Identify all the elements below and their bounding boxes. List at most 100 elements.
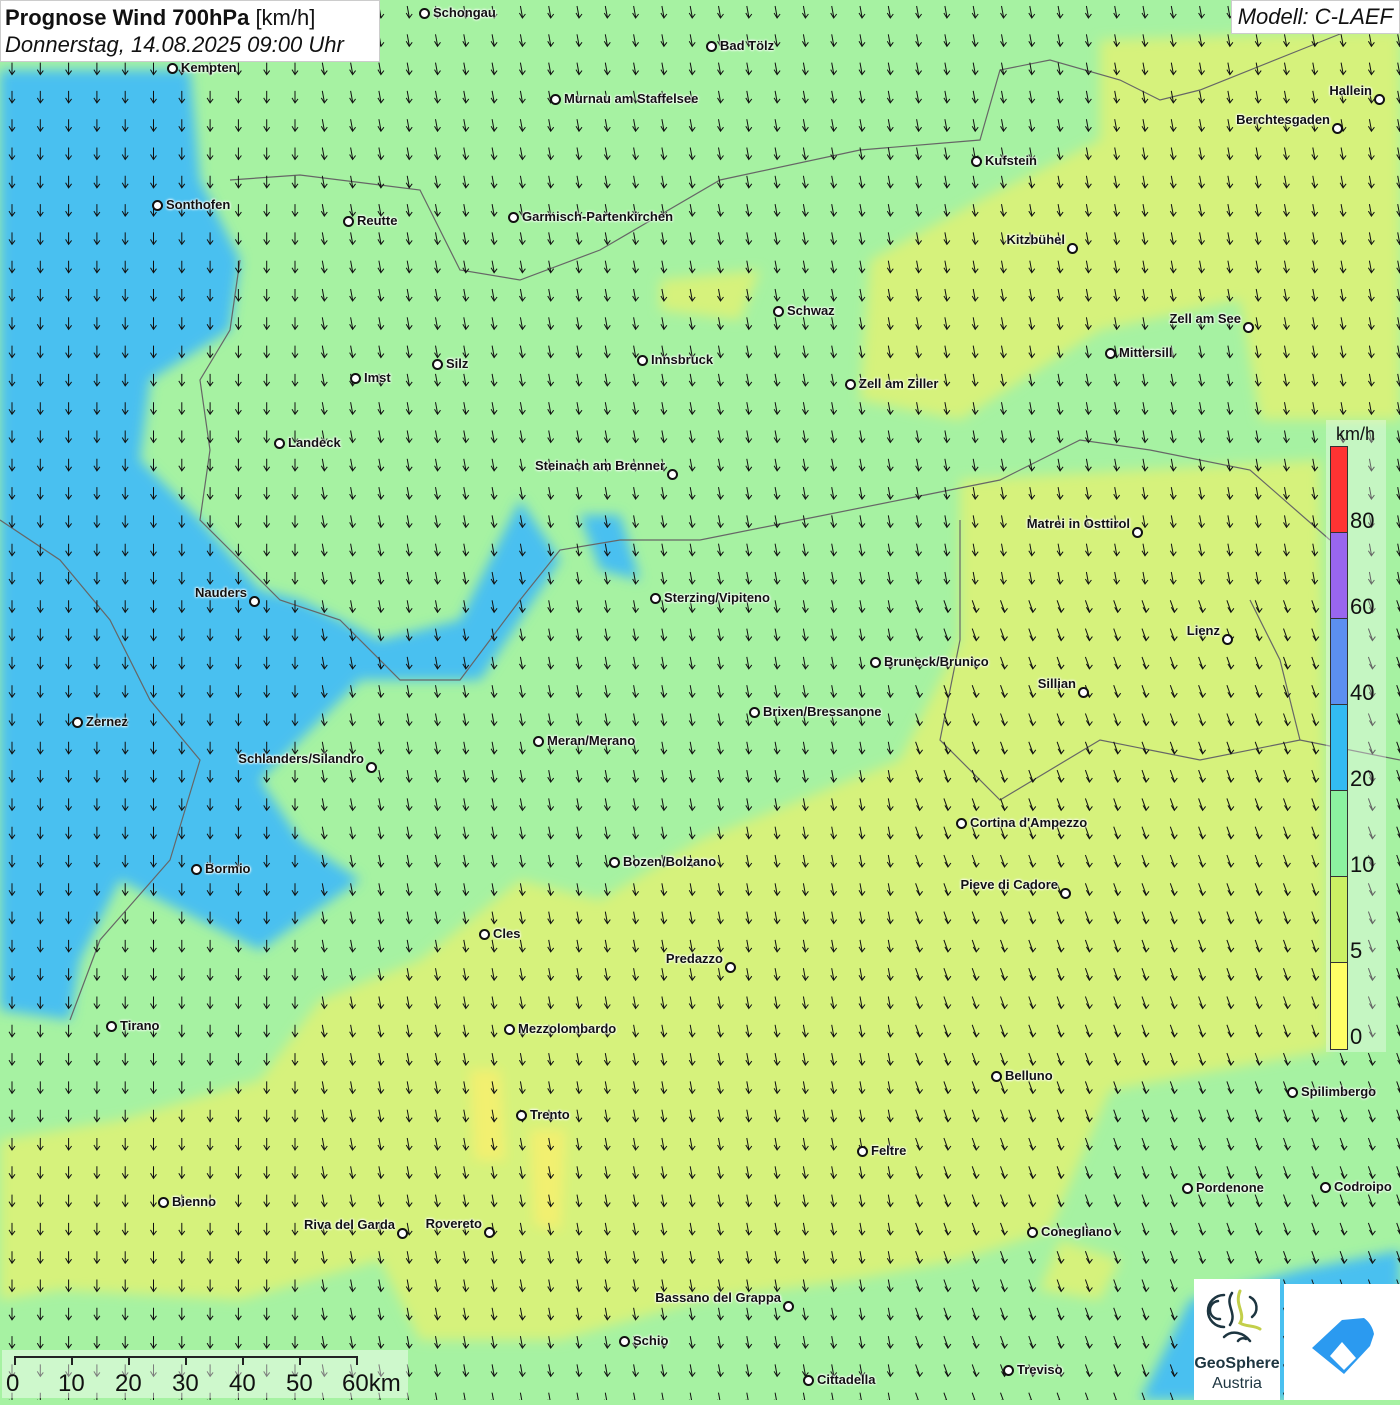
city-dot-icon: [650, 593, 661, 604]
legend-label: 80: [1350, 508, 1375, 533]
city-name: Cittadella: [817, 1372, 876, 1387]
city-dot-icon: [350, 373, 361, 384]
city-marker: Rovereto: [426, 1216, 495, 1238]
geosphere-logo[interactable]: GeoSphere Austria: [1194, 1279, 1280, 1400]
city-marker: Sillian: [1038, 676, 1089, 698]
city-marker: Belluno: [991, 1068, 1053, 1083]
logo-text: GeoSphere: [1194, 1355, 1280, 1372]
city-dot-icon: [508, 212, 519, 223]
geosphere-emblem-icon: [1206, 1289, 1262, 1343]
city-dot-icon: [1003, 1365, 1014, 1376]
city-dot-icon: [274, 438, 285, 449]
city-name: Schongau: [433, 5, 496, 20]
scale-label: 0: [6, 1370, 20, 1397]
title-box: Prognose Wind 700hPa [km/h] Donnerstag, …: [0, 0, 380, 62]
city-marker: Feltre: [857, 1143, 906, 1158]
city-name: Berchtesgaden: [1236, 112, 1330, 127]
map-title: Prognose Wind 700hPa [km/h]: [5, 5, 316, 30]
city-marker: Matrei in Osttirol: [1027, 516, 1143, 538]
color-legend: km/h 80 60 40 20 10 5 0: [1326, 420, 1386, 1052]
city-marker: Conegliano: [1027, 1224, 1112, 1239]
city-marker: Reutte: [343, 213, 397, 228]
city-dot-icon: [249, 596, 260, 607]
city-marker: Zell am Ziller: [845, 376, 938, 391]
legend-label: 10: [1350, 852, 1375, 877]
city-marker: Sterzing/Vipiteno: [650, 590, 770, 605]
city-marker: Bad Tölz: [706, 38, 775, 53]
city-dot-icon: [1060, 888, 1071, 899]
city-dot-icon: [706, 41, 717, 52]
legend-swatch-40-60: [1330, 618, 1348, 705]
city-marker: Zell am See: [1169, 311, 1254, 333]
city-name: Belluno: [1005, 1068, 1053, 1083]
city-marker: Bassano del Grappa: [655, 1290, 794, 1312]
city-dot-icon: [516, 1110, 527, 1121]
city-marker: Trento: [516, 1107, 570, 1122]
city-name: Imst: [364, 370, 391, 385]
city-name: Kitzbühel: [1006, 232, 1066, 247]
city-name: Trento: [530, 1107, 570, 1122]
legend-label: 0: [1350, 1024, 1363, 1049]
city-dot-icon: [749, 707, 760, 718]
city-dot-icon: [870, 657, 881, 668]
city-name: Landeck: [288, 435, 341, 450]
city-marker: Bozen/Bolzano: [609, 854, 717, 869]
city-marker: Bruneck/Brunico: [870, 654, 989, 669]
city-marker: Bienno: [158, 1194, 216, 1209]
city-marker: Predazzo: [666, 951, 736, 973]
city-marker: Sonthofen: [152, 197, 231, 212]
city-marker: Zernez: [72, 714, 128, 729]
city-dot-icon: [479, 929, 490, 940]
city-name: Bozen/Bolzano: [623, 854, 717, 869]
city-marker: Brixen/Bressanone: [749, 704, 882, 719]
city-name: Schwaz: [787, 303, 835, 318]
city-name: Brixen/Bressanone: [763, 704, 882, 719]
city-dot-icon: [158, 1197, 169, 1208]
city-marker: Lienz: [1187, 623, 1233, 645]
city-dot-icon: [1105, 348, 1116, 359]
city-marker: Murnau am Staffelsee: [550, 91, 698, 106]
city-dot-icon: [956, 818, 967, 829]
scale-label: 40: [229, 1370, 256, 1397]
city-dot-icon: [484, 1227, 495, 1238]
city-name: Steinach am Brenner: [534, 458, 665, 473]
scale-label: 20: [115, 1370, 142, 1397]
city-dot-icon: [609, 857, 620, 868]
city-name: Sonthofen: [166, 197, 231, 212]
city-name: Cles: [493, 926, 521, 941]
city-dot-icon: [1027, 1227, 1038, 1238]
city-dot-icon: [106, 1021, 117, 1032]
legend-unit: km/h: [1336, 424, 1376, 444]
city-name: Riva del Garda: [303, 1217, 395, 1232]
city-name: Kufstein: [985, 153, 1037, 168]
city-dot-icon: [637, 355, 648, 366]
city-dot-icon: [991, 1071, 1002, 1082]
city-name: Bassano del Grappa: [655, 1290, 781, 1305]
city-name: Mezzolombardo: [518, 1021, 617, 1036]
city-dot-icon: [504, 1024, 515, 1035]
city-marker: Hallein: [1329, 83, 1385, 105]
partner-logo[interactable]: [1284, 1284, 1400, 1400]
city-marker: Pordenone: [1182, 1180, 1264, 1195]
city-dot-icon: [397, 1228, 408, 1239]
city-marker: Codroipo: [1320, 1179, 1392, 1194]
city-dot-icon: [803, 1375, 814, 1386]
city-dot-icon: [1182, 1183, 1193, 1194]
city-dot-icon: [619, 1336, 630, 1347]
forecast-datetime: Donnerstag, 14.08.2025 09:00 Uhr: [5, 32, 344, 57]
legend-label: 40: [1350, 680, 1375, 705]
city-name: Innsbruck: [651, 352, 714, 367]
legend-swatch-20-40: [1330, 704, 1348, 791]
city-dot-icon: [419, 8, 430, 19]
city-name: Zernez: [86, 714, 128, 729]
city-dot-icon: [773, 306, 784, 317]
city-name: Pordenone: [1196, 1180, 1264, 1195]
city-marker: Cittadella: [803, 1372, 876, 1387]
city-marker: Treviso: [1003, 1362, 1063, 1377]
city-marker: Schlanders/Silandro: [238, 751, 377, 773]
city-dot-icon: [857, 1146, 868, 1157]
city-name: Bad Tölz: [720, 38, 775, 53]
city-name: Mittersill: [1119, 345, 1173, 360]
city-name: Codroipo: [1334, 1179, 1392, 1194]
city-name: Schlanders/Silandro: [238, 751, 364, 766]
